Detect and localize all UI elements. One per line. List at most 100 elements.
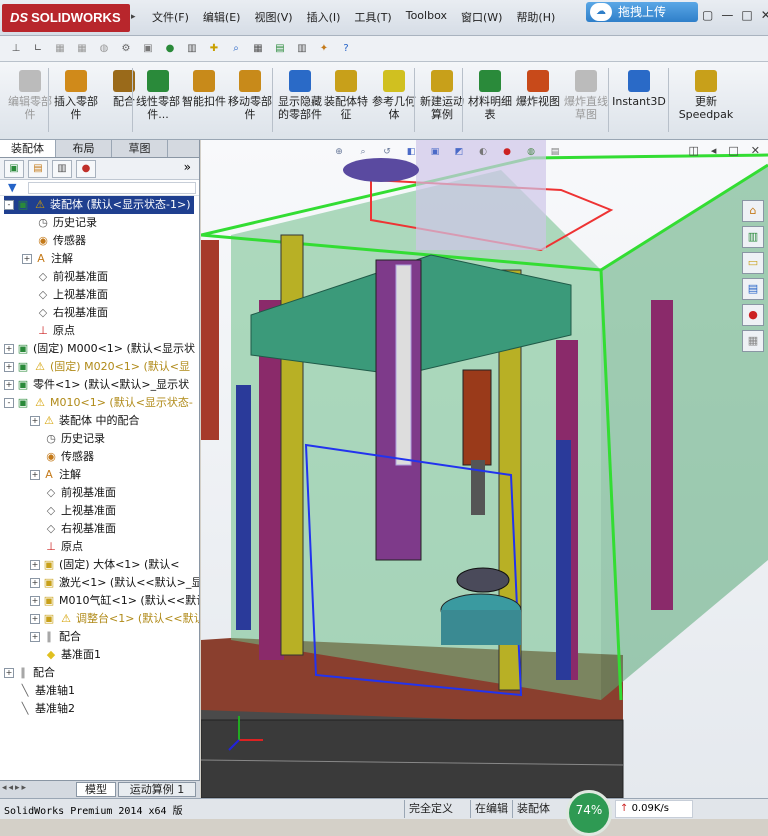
- tree-node[interactable]: ◷ 历史记录: [22, 214, 97, 232]
- viewport-window-button[interactable]: ◫: [688, 144, 698, 157]
- ribbon-button[interactable]: 移动零部件: [226, 68, 274, 121]
- expand-toggle-icon[interactable]: +: [4, 344, 14, 354]
- map-pin-icon[interactable]: ●: [162, 41, 178, 57]
- ribbon-button[interactable]: 更新Speedpak: [676, 68, 736, 121]
- menu-item[interactable]: 插入(I): [307, 9, 341, 25]
- maximize-icon[interactable]: □: [741, 8, 752, 22]
- cube-icon[interactable]: ▣: [140, 41, 156, 57]
- ribbon-button[interactable]: 装配体特征: [322, 68, 370, 121]
- viewport-window-button[interactable]: ✕: [751, 144, 760, 157]
- ribbon-button[interactable]: 智能扣件: [180, 68, 228, 108]
- tree-node[interactable]: + A 注解: [22, 250, 73, 268]
- expand-toggle-icon[interactable]: -: [4, 398, 14, 408]
- folder-icon[interactable]: ▭: [742, 252, 764, 274]
- ribbon-button[interactable]: 编辑零部件: [6, 68, 54, 121]
- menu-item[interactable]: 工具(T): [354, 9, 391, 25]
- menu-item[interactable]: 文件(F): [152, 9, 189, 25]
- viewport-window-button[interactable]: ◂: [711, 144, 717, 157]
- tree-node[interactable]: + ∥ 配合: [30, 628, 81, 646]
- expand-toggle-icon[interactable]: +: [22, 254, 32, 264]
- menu-item[interactable]: 帮助(H): [516, 9, 555, 25]
- tree-node[interactable]: + ▣ ⚠ 调整台<1> (默认<<默认: [30, 610, 199, 628]
- bottom-tab[interactable]: 运动算例 1: [118, 782, 196, 797]
- expand-toggle-icon[interactable]: +: [4, 362, 14, 372]
- appearance-icon[interactable]: ●: [499, 144, 515, 160]
- restore-icon[interactable]: —: [721, 8, 733, 22]
- move-icon[interactable]: ✚: [206, 41, 222, 57]
- ribbon-button[interactable]: 显示隐藏的零部件: [276, 68, 324, 121]
- rebuild-icon[interactable]: ◍: [96, 41, 112, 57]
- save-icon[interactable]: ▦: [52, 41, 68, 57]
- hide-show-icon[interactable]: ◐: [475, 144, 491, 160]
- print-icon[interactable]: ▦: [74, 41, 90, 57]
- tree-node[interactable]: ◇ 上视基准面: [22, 286, 108, 304]
- library-icon[interactable]: ▥: [742, 226, 764, 248]
- panel-tab[interactable]: 装配体: [0, 140, 56, 157]
- viewport-window-button[interactable]: □: [728, 144, 738, 157]
- expand-toggle-icon[interactable]: +: [30, 416, 40, 426]
- menu-item[interactable]: Toolbox: [406, 9, 447, 25]
- excel-icon[interactable]: ▤: [272, 41, 288, 57]
- display-manager-icon[interactable]: ●: [76, 159, 96, 178]
- ribbon-button[interactable]: 材料明细表: [466, 68, 514, 121]
- tree-node[interactable]: ◆ 基准面1: [30, 646, 101, 664]
- tree-node[interactable]: ◇ 上视基准面: [30, 502, 116, 520]
- solidworks-logo[interactable]: DS SOLIDWORKS: [2, 4, 130, 32]
- sparkle-icon[interactable]: ✦: [316, 41, 332, 57]
- printer-icon[interactable]: ▥: [294, 41, 310, 57]
- tree-node[interactable]: - ▣ ⚠ M010<1> (默认<显示状态-: [4, 394, 193, 412]
- tree-node[interactable]: ⊥ 原点: [30, 538, 83, 556]
- tree-node[interactable]: + ▣ 零件<1> (默认<默认>_显示状: [4, 376, 189, 394]
- expand-toggle-icon[interactable]: +: [30, 470, 40, 480]
- expand-toggle-icon[interactable]: -: [4, 200, 14, 210]
- tree-node[interactable]: ╲ 基准轴2: [4, 700, 75, 718]
- feature-tree-icon[interactable]: ▣: [4, 159, 24, 178]
- more-tabs-chevron[interactable]: »: [184, 160, 191, 174]
- tree-node[interactable]: + ⚠ 装配体 中的配合: [30, 412, 140, 430]
- properties-icon[interactable]: ▤: [742, 278, 764, 300]
- ribbon-button[interactable]: Instant3D: [610, 68, 668, 108]
- drag-upload-button[interactable]: ☁ 拖拽上传: [586, 2, 698, 22]
- filter-icon[interactable]: ▼: [8, 181, 16, 194]
- custom-icon[interactable]: ▦: [742, 330, 764, 352]
- tree-node[interactable]: ◇ 前视基准面: [22, 268, 108, 286]
- tree-node[interactable]: - ▣ ⚠ 装配体 (默认<显示状态-1>): [4, 196, 195, 214]
- gear-icon[interactable]: ⚙: [118, 41, 134, 57]
- tree-node[interactable]: + A 注解: [30, 466, 81, 484]
- section-view-icon[interactable]: ◧: [403, 144, 419, 160]
- tree-node[interactable]: + ∥ 配合: [4, 664, 55, 682]
- expand-toggle-icon[interactable]: +: [30, 578, 40, 588]
- appearance-icon[interactable]: ●: [742, 304, 764, 326]
- grid-icon[interactable]: ▦: [250, 41, 266, 57]
- zoom-area-icon[interactable]: ⌕: [355, 144, 371, 160]
- menu-item[interactable]: 窗口(W): [461, 9, 502, 25]
- previous-view-icon[interactable]: ↺: [379, 144, 395, 160]
- expand-toggle-icon[interactable]: +: [30, 560, 40, 570]
- tree-node[interactable]: ◇ 前视基准面: [30, 484, 116, 502]
- ribbon-button[interactable]: 插入零部件: [52, 68, 100, 121]
- expand-toggle-icon[interactable]: +: [4, 668, 14, 678]
- expand-toggle-icon[interactable]: +: [30, 614, 40, 624]
- expand-toggle-icon[interactable]: +: [30, 596, 40, 606]
- tree-node[interactable]: ◇ 右视基准面: [22, 304, 108, 322]
- tree-node[interactable]: + ▣ ⚠ (固定) M020<1> (默认<显: [4, 358, 190, 376]
- zoom-icon[interactable]: ⌕: [228, 41, 244, 57]
- ruler-icon[interactable]: ∟: [30, 41, 46, 57]
- tree-node[interactable]: ◉ 传感器: [22, 232, 86, 250]
- tree-node[interactable]: ◉ 传感器: [30, 448, 94, 466]
- tree-node[interactable]: ⊥ 原点: [22, 322, 75, 340]
- scene-icon[interactable]: ◍: [523, 144, 539, 160]
- tab-scroll-arrows[interactable]: ◂◂▸▸: [2, 783, 28, 793]
- bottom-tab[interactable]: 模型: [76, 782, 116, 797]
- menu-pin-arrow-icon[interactable]: ▸: [131, 12, 140, 24]
- minimize-icon[interactable]: ▢: [702, 8, 713, 22]
- tree-node[interactable]: + ▣ (固定) M000<1> (默认<显示状: [4, 340, 195, 358]
- graphics-viewport[interactable]: ⊕ ⌕ ↺ ◧ ▣ ◩ ◐ ● ◍ ▤ ◫ ◂ □ ✕ ⌂ ▥ ▭ ▤ ● ▦: [201, 140, 768, 798]
- panel-tab[interactable]: 草图: [112, 140, 168, 157]
- ribbon-button[interactable]: 线性零部件...: [134, 68, 182, 121]
- close-icon[interactable]: ✕: [761, 8, 768, 22]
- menu-item[interactable]: 编辑(E): [203, 9, 241, 25]
- tree-node[interactable]: ◷ 历史记录: [30, 430, 105, 448]
- home-icon[interactable]: ⌂: [742, 200, 764, 222]
- tree-node[interactable]: ╲ 基准轴1: [4, 682, 75, 700]
